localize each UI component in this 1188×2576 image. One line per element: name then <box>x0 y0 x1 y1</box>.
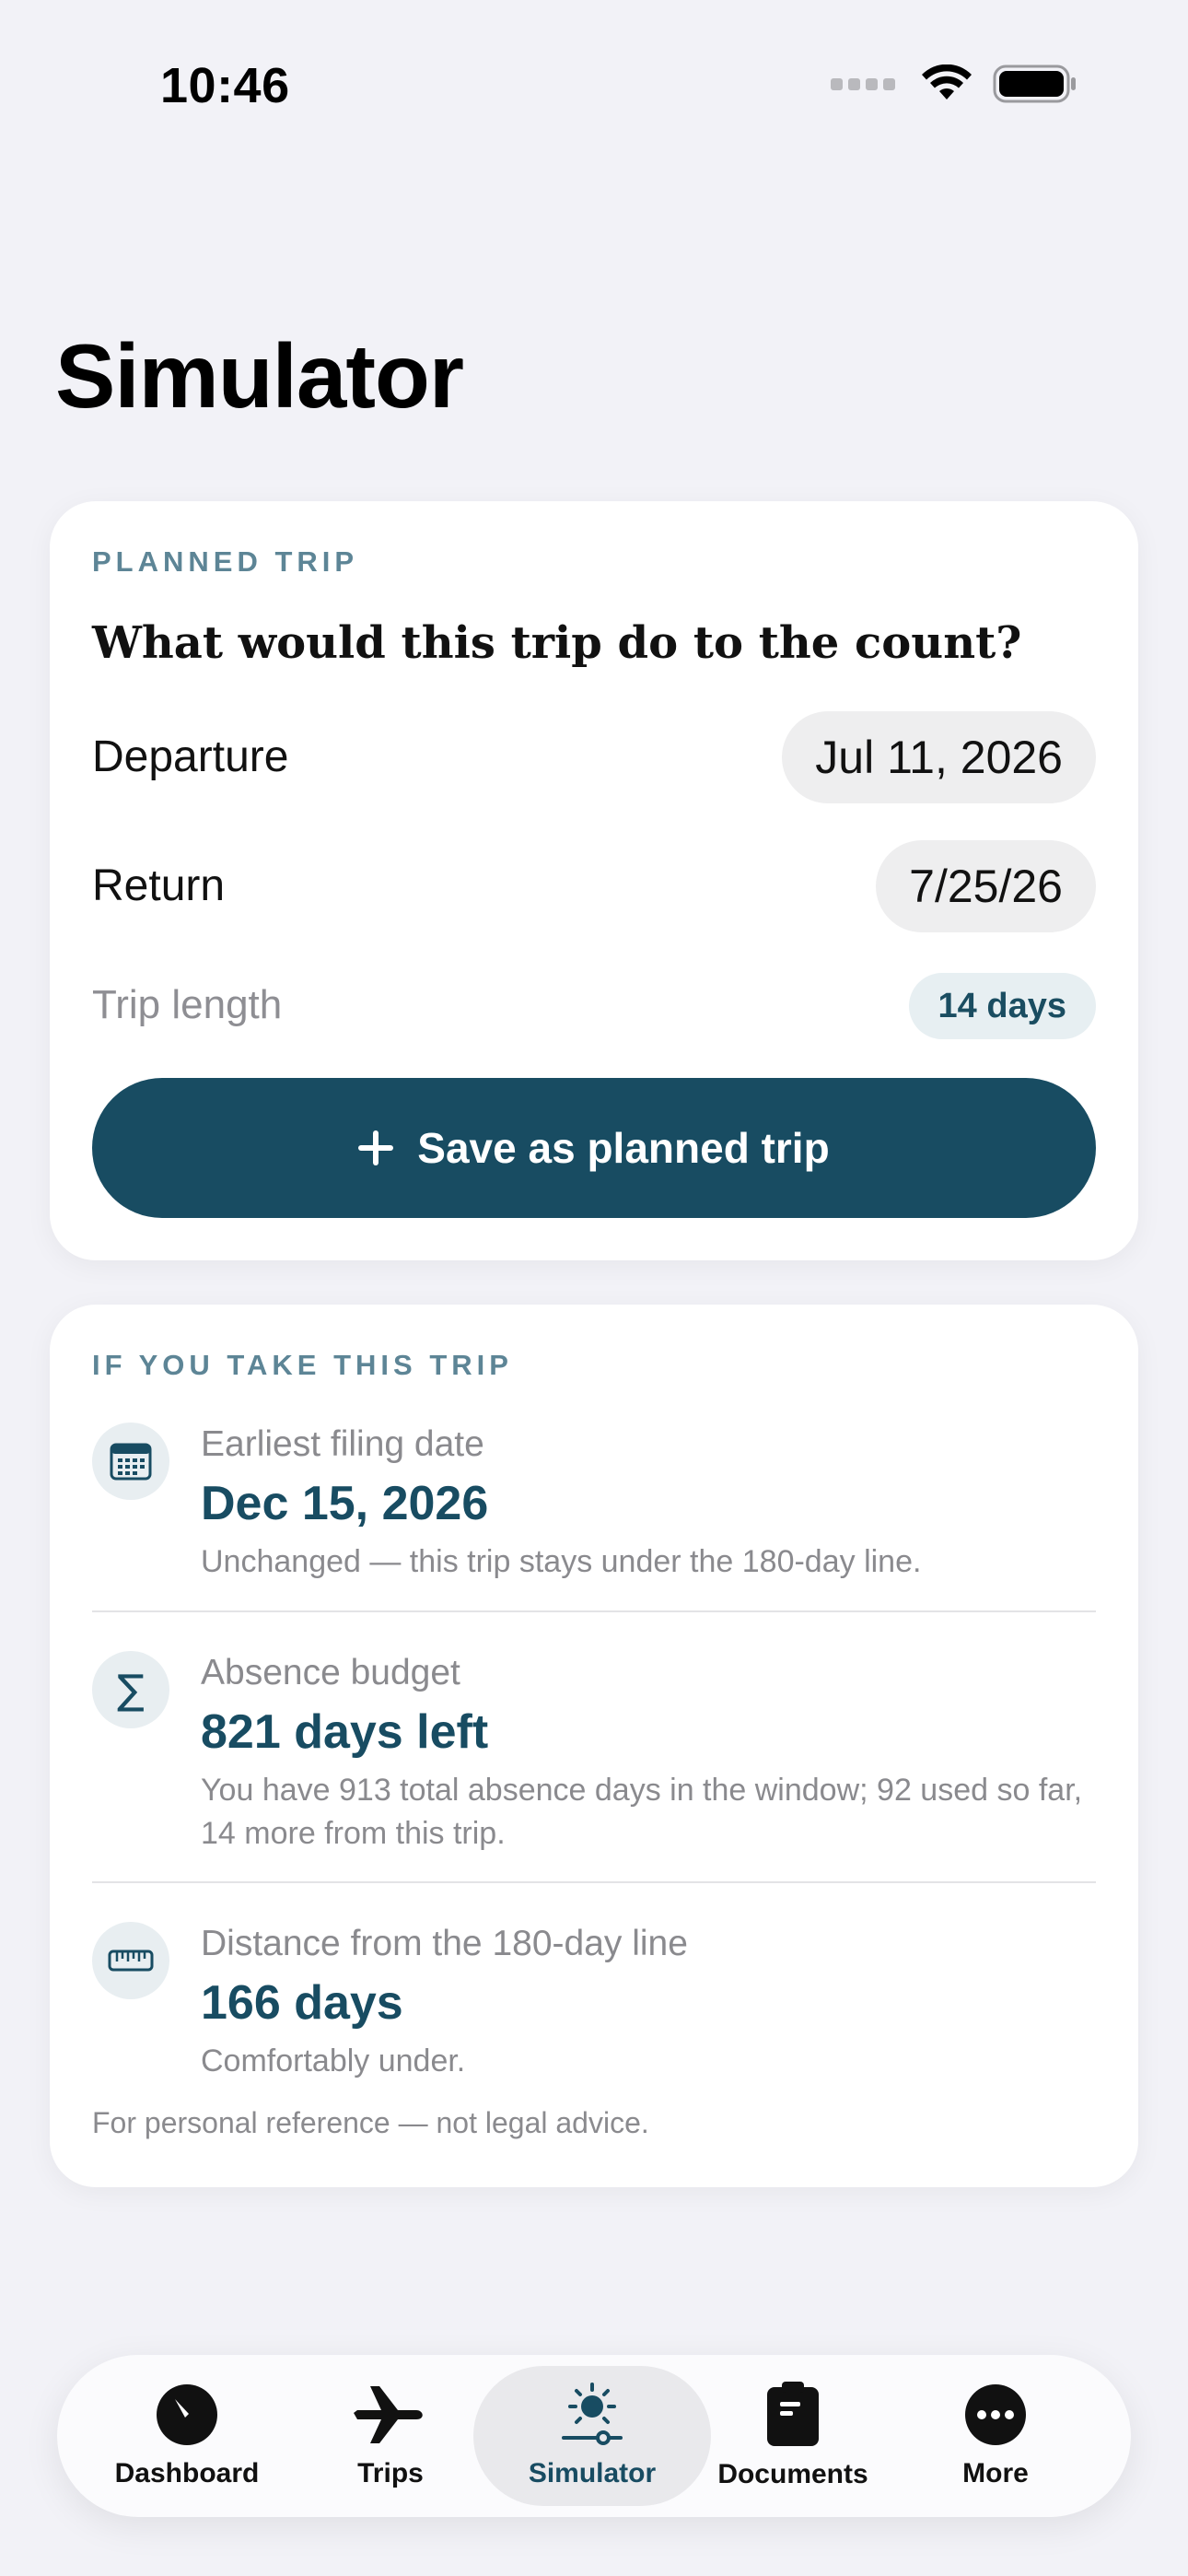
tab-bar: Dashboard Trips Simulator Documents More <box>57 2355 1131 2517</box>
cellular-signal-icon <box>831 77 895 90</box>
legal-disclaimer: For personal reference — not legal advic… <box>92 2106 649 2139</box>
tab-label: More <box>962 2458 1029 2488</box>
trip-length-badge: 14 days <box>908 973 1096 1039</box>
sigma-icon: ∑ <box>117 1666 145 1714</box>
absence-budget-note: You have 913 total absence days in the w… <box>201 1773 1083 1851</box>
tab-label: Trips <box>357 2458 424 2488</box>
departure-label: Departure <box>92 732 289 781</box>
trip-impact-card: IF YOU TAKE THIS TRIP Earliest filing da… <box>50 1305 1138 2187</box>
clipboard-icon <box>767 2382 819 2446</box>
status-icons <box>831 64 1077 103</box>
trip-length-label: Trip length <box>92 982 283 1027</box>
page-title: Simulator <box>55 325 464 427</box>
planned-trip-card: PLANNED TRIP What would this trip do to … <box>50 501 1138 1260</box>
filing-date-label: Earliest filing date <box>201 1424 484 1464</box>
distance-note: Comfortably under. <box>201 2043 466 2078</box>
plus-icon <box>358 1130 394 1165</box>
airplane-icon <box>354 2386 423 2443</box>
planned-trip-eyebrow: PLANNED TRIP <box>92 545 359 578</box>
distance-label: Distance from the 180-day line <box>201 1924 688 1963</box>
battery-icon <box>993 64 1076 103</box>
divider <box>92 1881 1096 1883</box>
return-label: Return <box>92 861 226 910</box>
calendar-icon <box>110 1443 152 1481</box>
ruler-icon <box>108 1950 154 1972</box>
wifi-icon <box>922 64 972 100</box>
filing-date-value: Dec 15, 2026 <box>201 1477 489 1530</box>
save-planned-trip-button[interactable]: Save as planned trip <box>92 1078 1096 1218</box>
planned-trip-heading: What would this trip do to the count? <box>92 617 1022 669</box>
gauge-icon <box>157 2384 217 2445</box>
ellipsis-icon <box>965 2384 1026 2445</box>
sun-slider-icon <box>562 2383 623 2445</box>
return-date-picker[interactable]: 7/25/26 <box>876 840 1096 932</box>
tab-label: Documents <box>717 2459 868 2489</box>
tab-label: Simulator <box>528 2458 657 2488</box>
tab-more[interactable]: More <box>877 2366 1114 2506</box>
tab-dashboard[interactable]: Dashboard <box>68 2366 306 2506</box>
status-time: 10:46 <box>160 58 290 113</box>
filing-date-note: Unchanged — this trip stays under the 18… <box>201 1544 922 1579</box>
distance-value: 166 days <box>201 1976 403 2030</box>
trip-impact-eyebrow: IF YOU TAKE THIS TRIP <box>92 1349 513 1381</box>
divider <box>92 1610 1096 1612</box>
absence-budget-value: 821 days left <box>201 1705 489 1759</box>
status-bar: 10:46 <box>0 0 1188 175</box>
save-planned-trip-label: Save as planned trip <box>417 1124 830 1172</box>
departure-date-picker[interactable]: Jul 11, 2026 <box>782 711 1096 803</box>
tab-label: Dashboard <box>114 2458 260 2488</box>
absence-budget-label: Absence budget <box>201 1653 460 1692</box>
